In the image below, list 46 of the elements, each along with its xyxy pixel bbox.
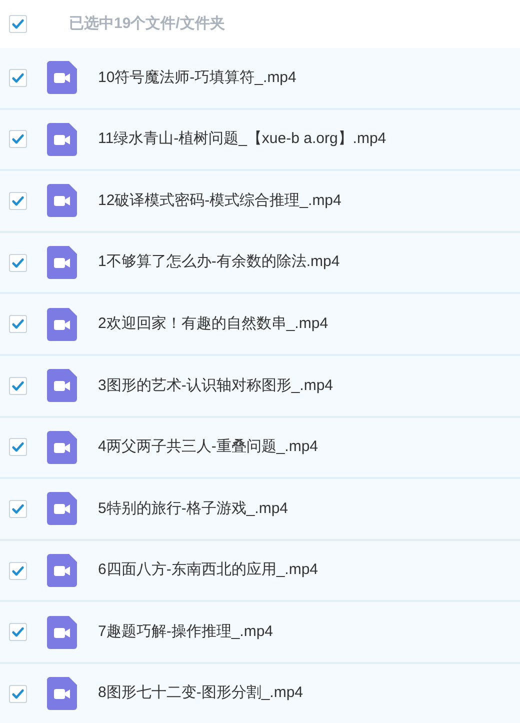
video-file-icon bbox=[47, 492, 77, 526]
checkbox[interactable] bbox=[9, 684, 27, 703]
video-file-icon bbox=[47, 61, 77, 94]
file-row[interactable]: 12破译模式密码-模式综合推理_.mp4 bbox=[0, 171, 520, 233]
video-file-icon bbox=[47, 122, 77, 156]
file-name: 8图形七十二变-图形分割_.mp4 bbox=[98, 683, 304, 704]
video-file-icon bbox=[47, 184, 77, 218]
file-row[interactable]: 7趣题巧解-操作推理_.mp4 bbox=[0, 602, 520, 664]
file-name: 5特别的旅行-格子游戏_.mp4 bbox=[98, 498, 288, 519]
checkbox[interactable] bbox=[9, 254, 27, 272]
checkbox[interactable] bbox=[9, 315, 27, 334]
checkbox[interactable] bbox=[9, 500, 27, 518]
video-file-icon bbox=[47, 554, 77, 588]
checkbox[interactable] bbox=[9, 623, 27, 642]
file-name: 6四面八方-东南西北的应用_.mp4 bbox=[98, 560, 318, 580]
checkbox[interactable] bbox=[9, 438, 27, 456]
file-name: 12破译模式密码-模式综合推理_.mp4 bbox=[98, 190, 342, 211]
checkbox[interactable] bbox=[9, 130, 27, 148]
checkbox[interactable] bbox=[9, 192, 27, 210]
file-name: 1不够算了怎么办-有余数的除法.mp4 bbox=[98, 252, 340, 272]
selection-count: 已选中19个文件/文件夹 bbox=[69, 14, 225, 34]
file-row[interactable]: 6四面八方-东南西北的应用_.mp4 bbox=[0, 540, 520, 602]
file-row[interactable]: 1不够算了怎么办-有余数的除法.mp4 bbox=[0, 232, 520, 294]
video-file-icon bbox=[47, 369, 77, 402]
file-row[interactable]: 11绿水青山-植树问题_【xue-b a.org】.mp4 bbox=[0, 110, 520, 172]
checkbox[interactable] bbox=[9, 376, 27, 395]
checkbox[interactable] bbox=[9, 15, 27, 33]
checkbox[interactable] bbox=[9, 562, 27, 580]
file-row[interactable]: 8图形七十二变-图形分割_.mp4 bbox=[0, 664, 520, 723]
file-name: 11绿水青山-植树问题_【xue-b a.org】.mp4 bbox=[98, 129, 386, 150]
video-file-icon bbox=[47, 677, 77, 710]
file-row[interactable]: 4两父两子共三人-重叠问题_.mp4 bbox=[0, 418, 520, 480]
file-name: 3图形的艺术-认识轴对称图形_.mp4 bbox=[98, 376, 334, 396]
video-file-icon bbox=[47, 308, 77, 341]
video-file-icon bbox=[47, 430, 77, 464]
checkbox[interactable] bbox=[9, 68, 27, 87]
file-row[interactable]: 3图形的艺术-认识轴对称图形_.mp4 bbox=[0, 356, 520, 418]
file-name: 10符号魔法师-巧填算符_.mp4 bbox=[98, 68, 296, 88]
file-row[interactable]: 2欢迎回家！有趣的自然数串_.mp4 bbox=[0, 294, 520, 356]
video-file-icon bbox=[47, 246, 77, 280]
file-name: 4两父两子共三人-重叠问题_.mp4 bbox=[98, 437, 318, 458]
file-name: 7趣题巧解-操作推理_.mp4 bbox=[98, 622, 274, 642]
video-file-icon bbox=[47, 616, 77, 649]
file-name: 2欢迎回家！有趣的自然数串_.mp4 bbox=[98, 314, 328, 334]
file-row[interactable]: 10符号魔法师-巧填算符_.mp4 bbox=[0, 48, 520, 110]
file-row[interactable]: 5特别的旅行-格子游戏_.mp4 bbox=[0, 479, 520, 541]
